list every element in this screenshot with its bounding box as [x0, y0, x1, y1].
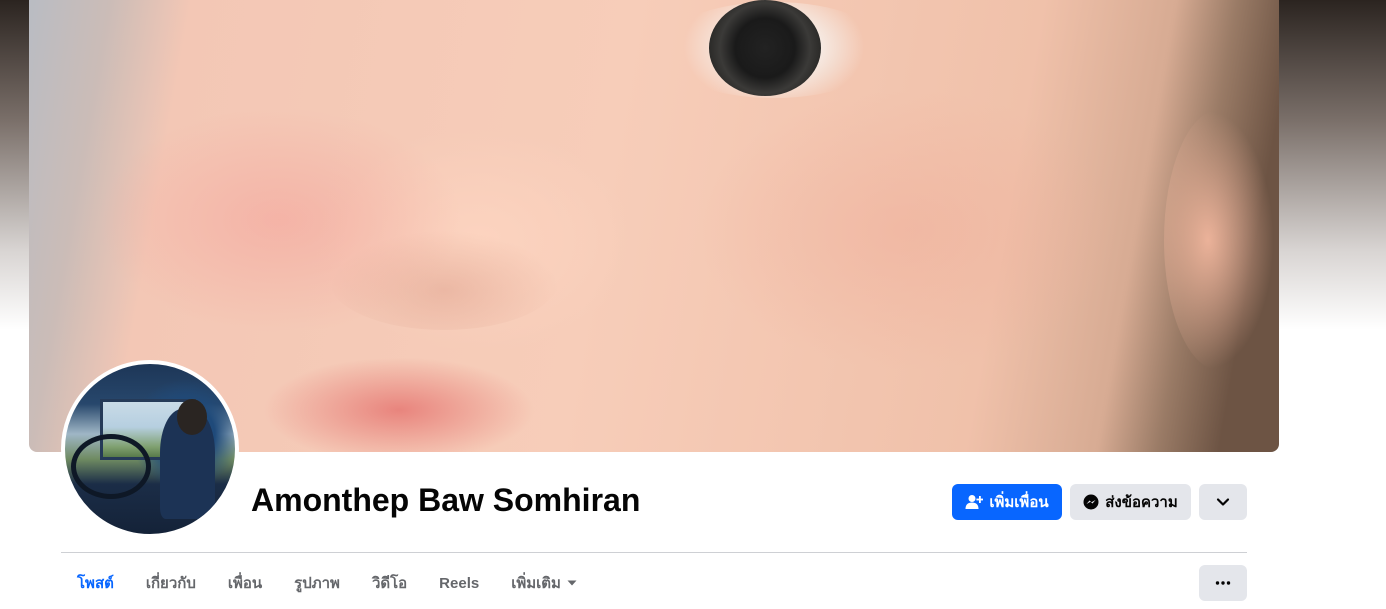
tab-label: วิดีโอ — [371, 575, 408, 592]
tab-label: เพื่อน — [227, 575, 263, 592]
profile-tabs: โพสต์ เกี่ยวกับ เพื่อน รูปภาพ วิดีโอ Ree… — [61, 566, 593, 600]
ellipsis-icon — [1215, 581, 1231, 585]
tab-reels[interactable]: Reels — [423, 566, 495, 600]
tab-videos[interactable]: วิดีโอ — [356, 566, 423, 600]
add-friend-button[interactable]: เพิ่มเพื่อน — [952, 484, 1062, 520]
cover-photo[interactable] — [29, 0, 1279, 452]
caret-down-icon — [567, 580, 577, 586]
tab-label: เกี่ยวกับ — [145, 575, 196, 592]
tab-label: รูปภาพ — [294, 575, 340, 592]
chevron-down-icon — [1216, 497, 1230, 507]
cover-photo-detail — [1164, 110, 1274, 370]
tabs-overflow-button[interactable] — [1199, 565, 1247, 601]
messenger-icon — [1083, 494, 1099, 510]
cover-photo-detail — [709, 0, 821, 96]
add-friend-label: เพิ่มเพื่อน — [989, 494, 1049, 511]
tab-about[interactable]: เกี่ยวกับ — [130, 566, 212, 600]
tab-posts[interactable]: โพสต์ — [61, 566, 130, 600]
tab-label: โพสต์ — [77, 575, 114, 592]
person-add-icon — [965, 494, 984, 510]
cover-photo-detail — [329, 230, 559, 330]
send-message-button[interactable]: ส่งข้อความ — [1070, 484, 1191, 520]
tab-label: เพิ่มเติม — [511, 575, 561, 592]
tab-friends[interactable]: เพื่อน — [212, 566, 278, 600]
profile-name: Amonthep Baw Somhiran — [251, 482, 641, 518]
avatar-photo-detail — [177, 399, 207, 435]
tab-photos[interactable]: รูปภาพ — [278, 566, 356, 600]
tab-label: Reels — [439, 574, 480, 592]
header-divider — [61, 552, 1247, 553]
profile-options-button[interactable] — [1199, 484, 1247, 520]
profile-avatar[interactable] — [61, 360, 239, 538]
tab-more[interactable]: เพิ่มเติม — [495, 566, 593, 600]
avatar-photo-detail — [71, 434, 151, 499]
message-label: ส่งข้อความ — [1105, 494, 1178, 511]
